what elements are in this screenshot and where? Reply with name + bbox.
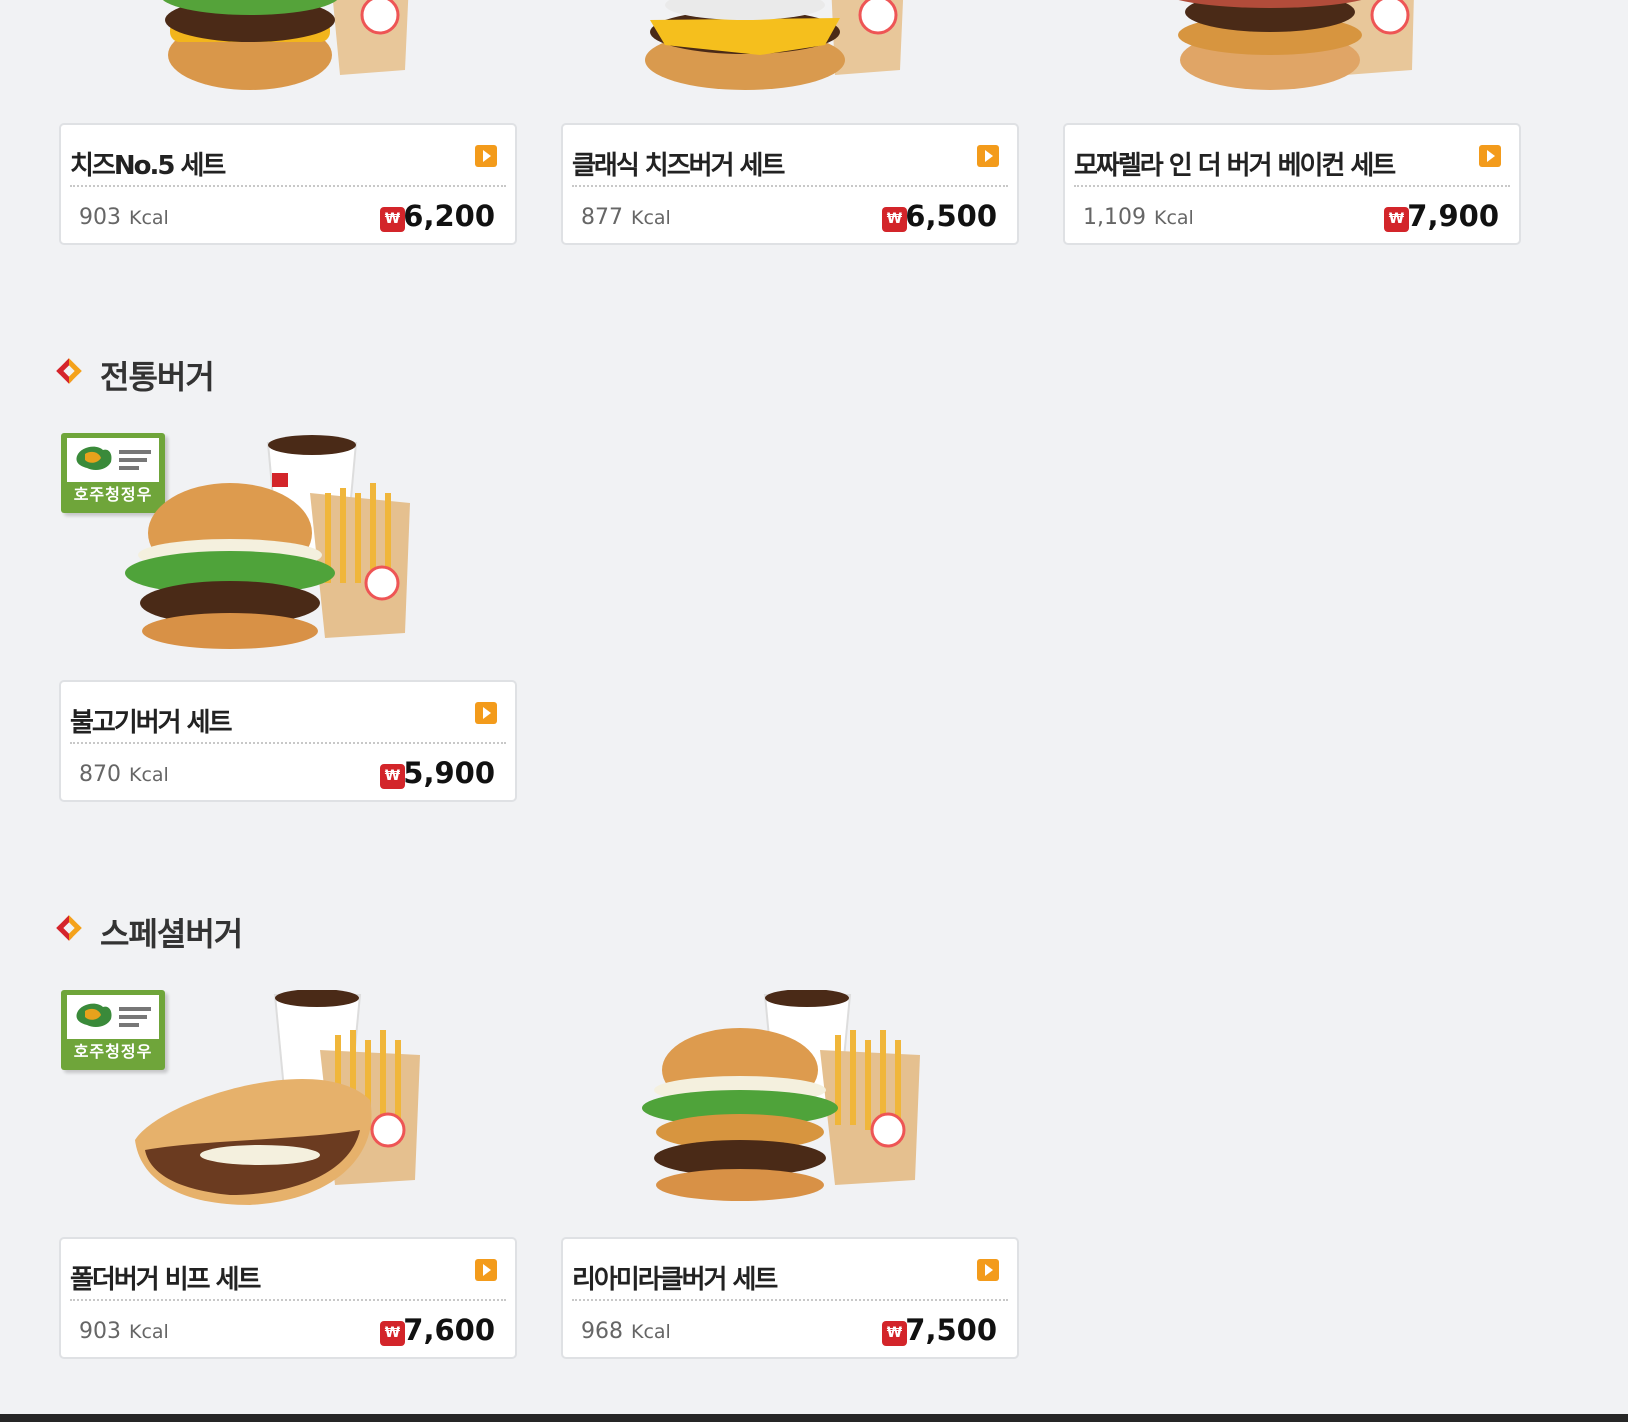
divider: [572, 185, 1008, 187]
calories: 903 Kcal: [79, 1319, 169, 1344]
diamond-bullet-icon: [56, 358, 82, 384]
won-icon: ₩: [1384, 207, 1409, 232]
product-name[interactable]: 치즈No.5 세트: [70, 145, 226, 182]
play-icon[interactable]: [475, 702, 497, 724]
divider: [70, 1299, 506, 1301]
calories-unit: Kcal: [631, 207, 671, 229]
product-name[interactable]: 클래식 치즈버거 세트: [572, 145, 785, 182]
product-card[interactable]: 치즈No.5 세트 903 Kcal ₩ 6,200: [59, 123, 517, 245]
calories-value: 870: [79, 762, 121, 787]
product-card[interactable]: 폴더버거 비프 세트 903 Kcal ₩ 7,600: [59, 1237, 517, 1359]
product-image-mozzarella-bacon[interactable]: [1150, 0, 1610, 90]
play-icon[interactable]: [1479, 145, 1501, 167]
product-image-cheese-no5[interactable]: [140, 0, 600, 90]
divider: [70, 185, 506, 187]
calories: 903 Kcal: [79, 205, 169, 230]
calories: 1,109 Kcal: [1083, 205, 1194, 230]
won-icon: ₩: [380, 1321, 405, 1346]
product-card[interactable]: 클래식 치즈버거 세트 877 Kcal ₩ 6,500: [561, 123, 1019, 245]
calories-unit: Kcal: [631, 1321, 671, 1343]
calories-value: 968: [581, 1319, 623, 1344]
section-title: 스페셜버거: [100, 915, 243, 953]
play-icon[interactable]: [977, 1259, 999, 1281]
play-icon[interactable]: [977, 145, 999, 167]
product-card[interactable]: 모짜렐라 인 더 버거 베이컨 세트 1,109 Kcal ₩ 7,900: [1063, 123, 1521, 245]
won-icon: ₩: [380, 764, 405, 789]
calories-value: 877: [581, 205, 623, 230]
calories-unit: Kcal: [1153, 207, 1194, 229]
product-image-folder-beef[interactable]: [120, 990, 580, 1240]
product-name[interactable]: 폴더버거 비프 세트: [70, 1259, 261, 1296]
product-name[interactable]: 모짜렐라 인 더 버거 베이컨 세트: [1074, 145, 1396, 182]
divider: [1074, 185, 1510, 187]
calories-unit: Kcal: [129, 764, 169, 786]
price: 7,500: [905, 1313, 997, 1347]
product-image-classic-cheese[interactable]: [640, 0, 1100, 90]
price: 7,600: [403, 1313, 495, 1347]
calories-unit: Kcal: [129, 1321, 169, 1343]
calories: 968 Kcal: [581, 1319, 671, 1344]
calories-value: 903: [79, 205, 121, 230]
price: 5,900: [403, 756, 495, 790]
product-image-bulgogi[interactable]: [120, 433, 580, 683]
divider: [572, 1299, 1008, 1301]
price: 6,500: [905, 199, 997, 233]
product-name[interactable]: 불고기버거 세트: [70, 702, 232, 739]
play-icon[interactable]: [475, 145, 497, 167]
calories: 877 Kcal: [581, 205, 671, 230]
calories: 870 Kcal: [79, 762, 169, 787]
product-image-ria-miracle[interactable]: [640, 990, 1100, 1240]
won-icon: ₩: [380, 207, 405, 232]
calories-value: 903: [79, 1319, 121, 1344]
calories-unit: Kcal: [129, 207, 169, 229]
calories-value: 1,109: [1083, 205, 1146, 230]
product-name[interactable]: 리아미라클버거 세트: [572, 1259, 778, 1296]
section-title: 전통버거: [100, 358, 215, 396]
product-card[interactable]: 리아미라클버거 세트 968 Kcal ₩ 7,500: [561, 1237, 1019, 1359]
divider: [70, 742, 506, 744]
play-icon[interactable]: [475, 1259, 497, 1281]
price: 6,200: [403, 199, 495, 233]
product-card[interactable]: 불고기버거 세트 870 Kcal ₩ 5,900: [59, 680, 517, 802]
window-bottom-edge: [0, 1414, 1628, 1422]
price: 7,900: [1407, 199, 1499, 233]
won-icon: ₩: [882, 207, 907, 232]
diamond-bullet-icon: [56, 915, 82, 941]
won-icon: ₩: [882, 1321, 907, 1346]
